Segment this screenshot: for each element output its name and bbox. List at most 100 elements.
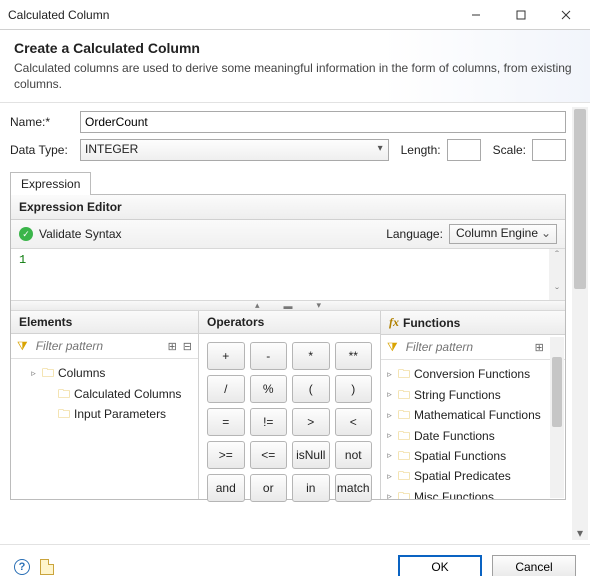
functions-tree-item[interactable]: ▹ 🗀Spatial Predicates (385, 466, 549, 486)
validate-syntax-label: Validate Syntax (39, 227, 122, 241)
folder-icon: 🗀 (398, 487, 410, 500)
page-description: Calculated columns are used to derive so… (14, 60, 576, 92)
operator-button[interactable]: >= (207, 441, 245, 469)
operators-title: Operators (199, 311, 380, 334)
help-icon[interactable]: ? (14, 559, 30, 575)
expand-all-icon[interactable]: ⊞ (168, 340, 177, 353)
check-icon: ✓ (19, 227, 33, 241)
caret-icon: ▹ (385, 387, 394, 402)
tree-item-label: Columns (58, 363, 105, 383)
name-label: Name:* (10, 115, 80, 129)
tree-item-label: Calculated Columns (74, 384, 181, 404)
operator-button[interactable]: in (292, 474, 330, 502)
operator-button[interactable]: ) (335, 375, 373, 403)
editor-scrollbar[interactable]: ˆˇ (549, 249, 565, 300)
tree-item-label: Input Parameters (74, 404, 166, 424)
functions-tree-item[interactable]: ▹ 🗀Spatial Functions (385, 446, 549, 466)
validate-syntax-button[interactable]: ✓ Validate Syntax (19, 227, 386, 241)
name-input[interactable] (80, 111, 566, 133)
length-label: Length: (401, 143, 441, 157)
folder-icon: 🗀 (398, 446, 410, 466)
tree-item-label: Mathematical Functions (414, 405, 541, 425)
caret-icon: ▹ (385, 489, 394, 499)
caret-icon: ▹ (385, 408, 394, 423)
functions-tree-item[interactable]: ▹ 🗀Date Functions (385, 426, 549, 446)
functions-tree-item[interactable]: ▹ 🗀Mathematical Functions (385, 405, 549, 425)
tree-item-label: Date Functions (414, 426, 495, 446)
tree-item-label: Spatial Predicates (414, 466, 511, 486)
caret-icon: ▹ (385, 469, 394, 484)
page-heading: Create a Calculated Column (14, 40, 576, 56)
folder-icon: 🗀 (398, 405, 410, 425)
tab-expression[interactable]: Expression (10, 172, 91, 195)
operator-button[interactable]: < (335, 408, 373, 436)
datatype-label: Data Type: (10, 143, 80, 157)
caret-icon: ▹ (29, 366, 38, 381)
folder-icon: 🗀 (398, 385, 410, 405)
expand-all-icon[interactable]: ⊞ (535, 341, 544, 354)
language-label: Language: (386, 227, 443, 241)
functions-title: Functions (403, 316, 460, 330)
operator-button[interactable]: and (207, 474, 245, 502)
datatype-select[interactable]: INTEGER (80, 139, 389, 161)
language-select[interactable]: Column Engine (449, 224, 557, 244)
operator-button[interactable]: match (335, 474, 373, 502)
operator-button[interactable]: - (250, 342, 288, 370)
folder-icon: 🗀 (398, 426, 410, 446)
elements-tree-item[interactable]: 🗀Calculated Columns (15, 384, 194, 404)
operator-button[interactable]: / (207, 375, 245, 403)
body-scrollbar[interactable]: ▴ ▾ (572, 107, 588, 540)
expression-editor-title: Expression Editor (11, 195, 565, 220)
expression-content: 1 (19, 253, 26, 267)
operator-button[interactable]: not (335, 441, 373, 469)
collapse-all-icon[interactable]: ⊟ (183, 340, 192, 353)
scale-input[interactable] (532, 139, 566, 161)
operator-button[interactable]: = (207, 408, 245, 436)
operator-button[interactable]: % (250, 375, 288, 403)
tree-item-label: Spatial Functions (414, 446, 506, 466)
ok-button[interactable]: OK (398, 555, 482, 576)
tree-item-label: String Functions (414, 385, 501, 405)
fx-icon: fx (389, 315, 399, 330)
filter-icon: ⧩ (17, 339, 28, 354)
caret-icon: ▹ (385, 428, 394, 443)
operator-button[interactable]: isNull (292, 441, 330, 469)
close-button[interactable] (543, 0, 588, 30)
caret-icon: ▹ (385, 448, 394, 463)
operator-button[interactable]: ( (292, 375, 330, 403)
tree-item-label: Conversion Functions (414, 364, 530, 384)
operator-button[interactable]: * (292, 342, 330, 370)
minimize-button[interactable] (453, 0, 498, 30)
elements-tree-item[interactable]: ▹🗀Columns (15, 363, 194, 383)
expression-editor[interactable]: 1 ˆˇ (11, 249, 565, 301)
horizontal-splitter[interactable]: ▴▬▾ (11, 301, 565, 311)
operator-button[interactable]: > (292, 408, 330, 436)
window-title: Calculated Column (8, 8, 453, 22)
length-input[interactable] (447, 139, 481, 161)
filter-icon: ⧩ (387, 340, 398, 355)
operator-button[interactable]: ** (335, 342, 373, 370)
folder-icon: 🗀 (58, 404, 70, 424)
language-value: Column Engine (456, 226, 538, 240)
elements-filter-input[interactable] (34, 337, 162, 355)
functions-tree-item[interactable]: ▹ 🗀String Functions (385, 385, 549, 405)
functions-filter-input[interactable] (404, 338, 529, 356)
operator-button[interactable]: != (250, 408, 288, 436)
maximize-button[interactable] (498, 0, 543, 30)
folder-icon: 🗀 (398, 466, 410, 486)
operator-button[interactable]: + (207, 342, 245, 370)
cancel-button[interactable]: Cancel (492, 555, 576, 576)
datatype-value: INTEGER (85, 142, 138, 156)
elements-tree-item[interactable]: 🗀Input Parameters (15, 404, 194, 424)
elements-title: Elements (11, 311, 198, 334)
new-document-icon[interactable] (40, 559, 54, 575)
functions-tree-item[interactable]: ▹🗀Misc Functions (385, 487, 549, 500)
scale-label: Scale: (493, 143, 526, 157)
caret-icon: ▹ (385, 367, 394, 382)
folder-icon: 🗀 (398, 364, 410, 384)
functions-tree-item[interactable]: ▹ 🗀Conversion Functions (385, 364, 549, 384)
functions-scrollbar[interactable] (550, 337, 564, 498)
folder-icon: 🗀 (58, 384, 70, 404)
operator-button[interactable]: or (250, 474, 288, 502)
operator-button[interactable]: <= (250, 441, 288, 469)
